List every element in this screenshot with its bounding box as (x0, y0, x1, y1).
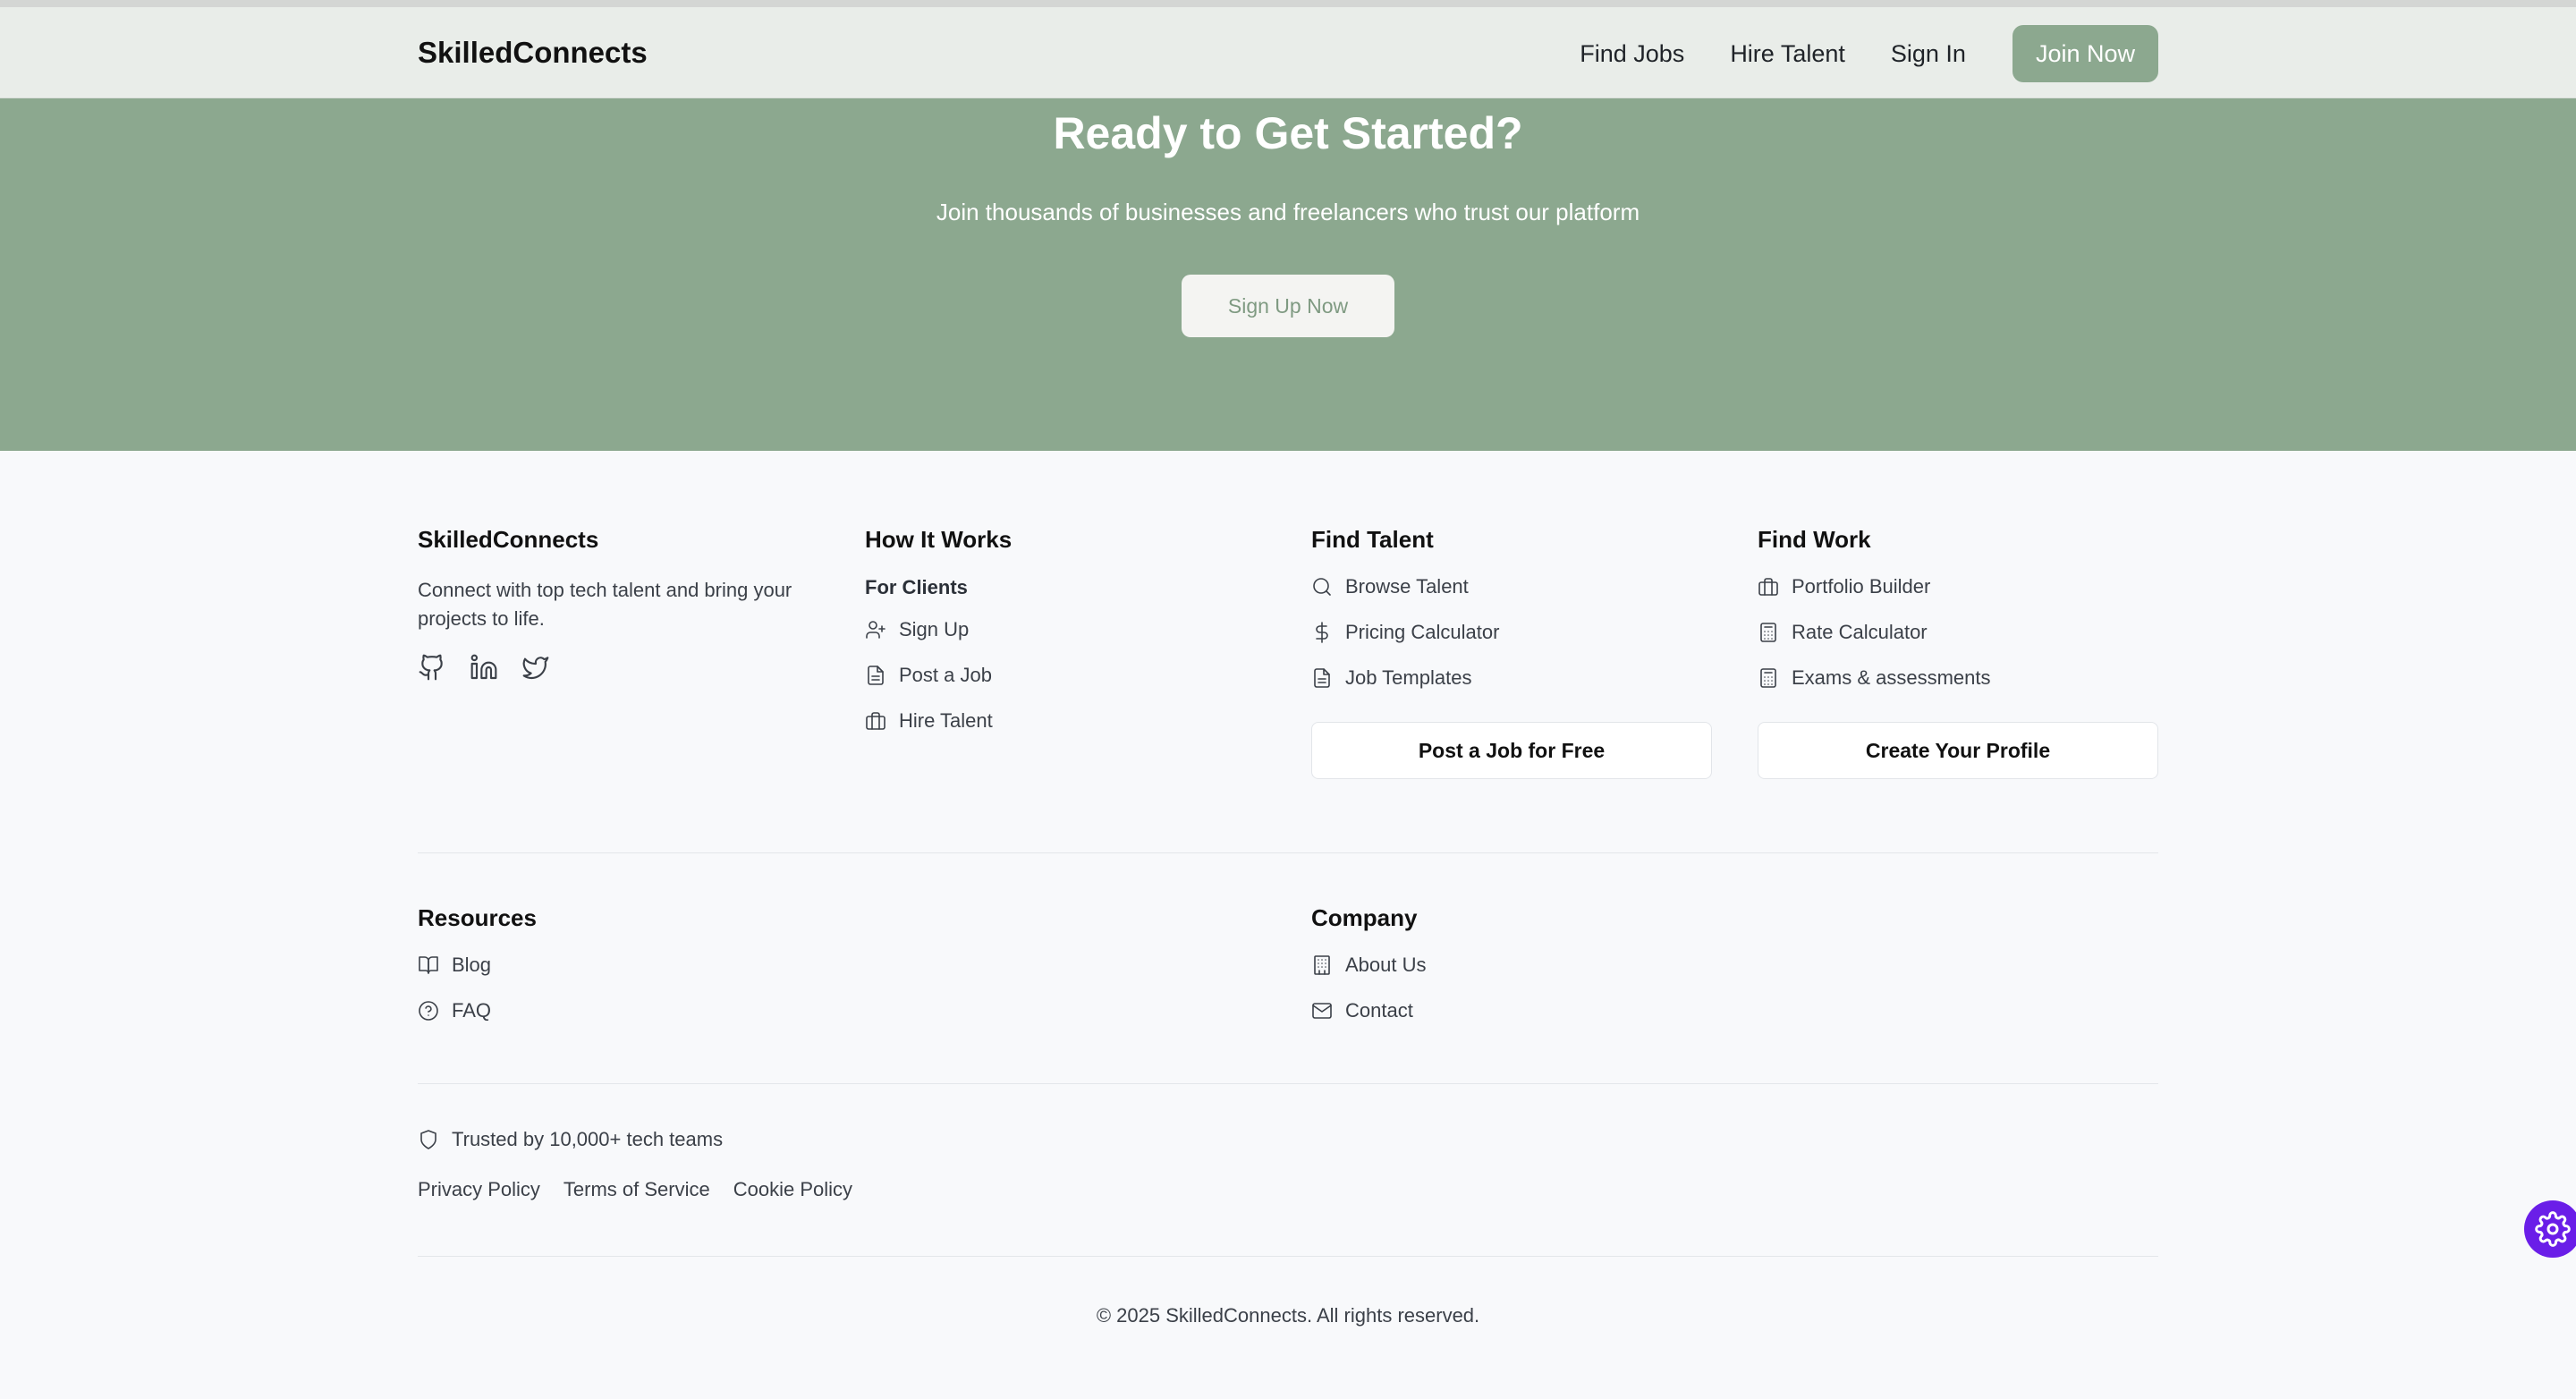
footer-link-faq[interactable]: FAQ (418, 988, 818, 1033)
twitter-icon[interactable] (521, 653, 550, 682)
user-plus-icon (865, 619, 886, 640)
calculator-icon (1758, 622, 1779, 643)
footer-divider (418, 1083, 2158, 1084)
search-icon (1311, 576, 1333, 598)
briefcase-icon (1758, 576, 1779, 598)
footer-link-label: Browse Talent (1345, 574, 1469, 598)
footer-link-about-us[interactable]: About Us (1311, 942, 1712, 988)
social-links (418, 653, 818, 682)
footer-about: SkilledConnects Connect with top tech ta… (418, 526, 818, 682)
nav-sign-in[interactable]: Sign In (1891, 40, 1966, 68)
trust-badge: Trusted by 10,000+ tech teams (418, 1128, 723, 1151)
footer-link-label: Hire Talent (899, 708, 993, 732)
nav-links: Find Jobs Hire Talent Sign In Join Now (1580, 25, 2158, 82)
linkedin-icon[interactable] (470, 653, 498, 682)
find-work-title: Find Work (1758, 526, 1871, 553)
cta-hero: Ready to Get Started? Join thousands of … (0, 98, 2576, 451)
footer-brand: SkilledConnects (418, 526, 599, 553)
footer-resources: Resources Blog FAQ (418, 904, 818, 1033)
footer-link-portfolio-builder[interactable]: Portfolio Builder (1758, 564, 2158, 609)
footer-link-rate-calculator[interactable]: Rate Calculator (1758, 609, 2158, 655)
footer-link-label: Contact (1345, 998, 1413, 1022)
footer-link-label: Post a Job (899, 663, 992, 686)
shield-icon (418, 1129, 439, 1150)
navbar: SkilledConnects Find Jobs Hire Talent Si… (0, 7, 2576, 98)
join-now-button[interactable]: Join Now (2012, 25, 2158, 82)
hero-subtitle: Join thousands of businesses and freelan… (936, 199, 1640, 225)
brand-logo[interactable]: SkilledConnects (418, 36, 648, 70)
legal-links: Privacy Policy Terms of Service Cookie P… (418, 1178, 876, 1201)
footer-link-label: Pricing Calculator (1345, 620, 1500, 643)
github-icon[interactable] (418, 653, 446, 682)
footer-link-job-templates[interactable]: Job Templates (1311, 655, 1712, 700)
footer-description: Connect with top tech talent and bring y… (418, 579, 792, 630)
footer-link-blog[interactable]: Blog (418, 942, 818, 988)
footer-divider (418, 852, 2158, 853)
footer-find-talent: Find Talent Browse Talent Pricing Calcul… (1311, 526, 1712, 779)
hero-title: Ready to Get Started? (1053, 108, 1523, 158)
footer-link-sign-up[interactable]: Sign Up (865, 606, 1266, 652)
nav-find-jobs[interactable]: Find Jobs (1580, 40, 1684, 68)
footer-link-contact[interactable]: Contact (1311, 988, 1712, 1033)
footer-link-label: About Us (1345, 953, 1427, 976)
calculator-icon (1758, 667, 1779, 689)
footer-link-label: FAQ (452, 998, 492, 1022)
footer-link-label: Blog (452, 953, 492, 976)
copyright: © 2025 SkilledConnects. All rights reser… (1096, 1304, 1480, 1327)
nav-hire-talent[interactable]: Hire Talent (1730, 40, 1845, 68)
help-circle-icon (418, 1000, 439, 1022)
footer-divider (418, 1256, 2158, 1257)
footer-company: Company About Us Contact (1311, 904, 1712, 1033)
post-job-free-button[interactable]: Post a Job for Free (1311, 722, 1712, 779)
resources-title: Resources (418, 904, 537, 931)
footer-link-pricing-calculator[interactable]: Pricing Calculator (1311, 609, 1712, 655)
how-it-works-title: How It Works (865, 526, 1013, 553)
for-clients-heading: For Clients (865, 576, 968, 598)
book-icon (418, 954, 439, 976)
briefcase-icon (865, 710, 886, 732)
gear-icon (2535, 1211, 2571, 1247)
sign-up-now-button[interactable]: Sign Up Now (1182, 275, 1394, 337)
footer-link-browse-talent[interactable]: Browse Talent (1311, 564, 1712, 609)
mail-icon (1311, 1000, 1333, 1022)
privacy-policy-link[interactable]: Privacy Policy (418, 1178, 540, 1201)
create-profile-button[interactable]: Create Your Profile (1758, 722, 2158, 779)
footer-find-work: Find Work Portfolio Builder Rate Calcula… (1758, 526, 2158, 779)
footer-link-post-a-job[interactable]: Post a Job (865, 652, 1266, 698)
footer-how-it-works: How It Works For Clients Sign Up Post a … (865, 526, 1266, 743)
building-icon (1311, 954, 1333, 976)
terms-of-service-link[interactable]: Terms of Service (564, 1178, 710, 1201)
footer-link-exams[interactable]: Exams & assessments (1758, 655, 2158, 700)
footer-link-hire-talent[interactable]: Hire Talent (865, 698, 1266, 743)
document-icon (1311, 667, 1333, 689)
find-talent-title: Find Talent (1311, 526, 1434, 553)
document-icon (865, 665, 886, 686)
trust-text: Trusted by 10,000+ tech teams (452, 1128, 724, 1150)
dollar-icon (1311, 621, 1333, 643)
footer-link-label: Rate Calculator (1792, 620, 1928, 643)
footer-link-label: Job Templates (1345, 666, 1472, 689)
footer-link-label: Portfolio Builder (1792, 574, 1931, 598)
settings-fab[interactable] (2524, 1200, 2576, 1258)
footer-link-label: Sign Up (899, 617, 970, 640)
company-title: Company (1311, 904, 1418, 931)
footer-link-label: Exams & assessments (1792, 666, 1991, 689)
cookie-policy-link[interactable]: Cookie Policy (733, 1178, 852, 1201)
top-border (0, 0, 2576, 7)
